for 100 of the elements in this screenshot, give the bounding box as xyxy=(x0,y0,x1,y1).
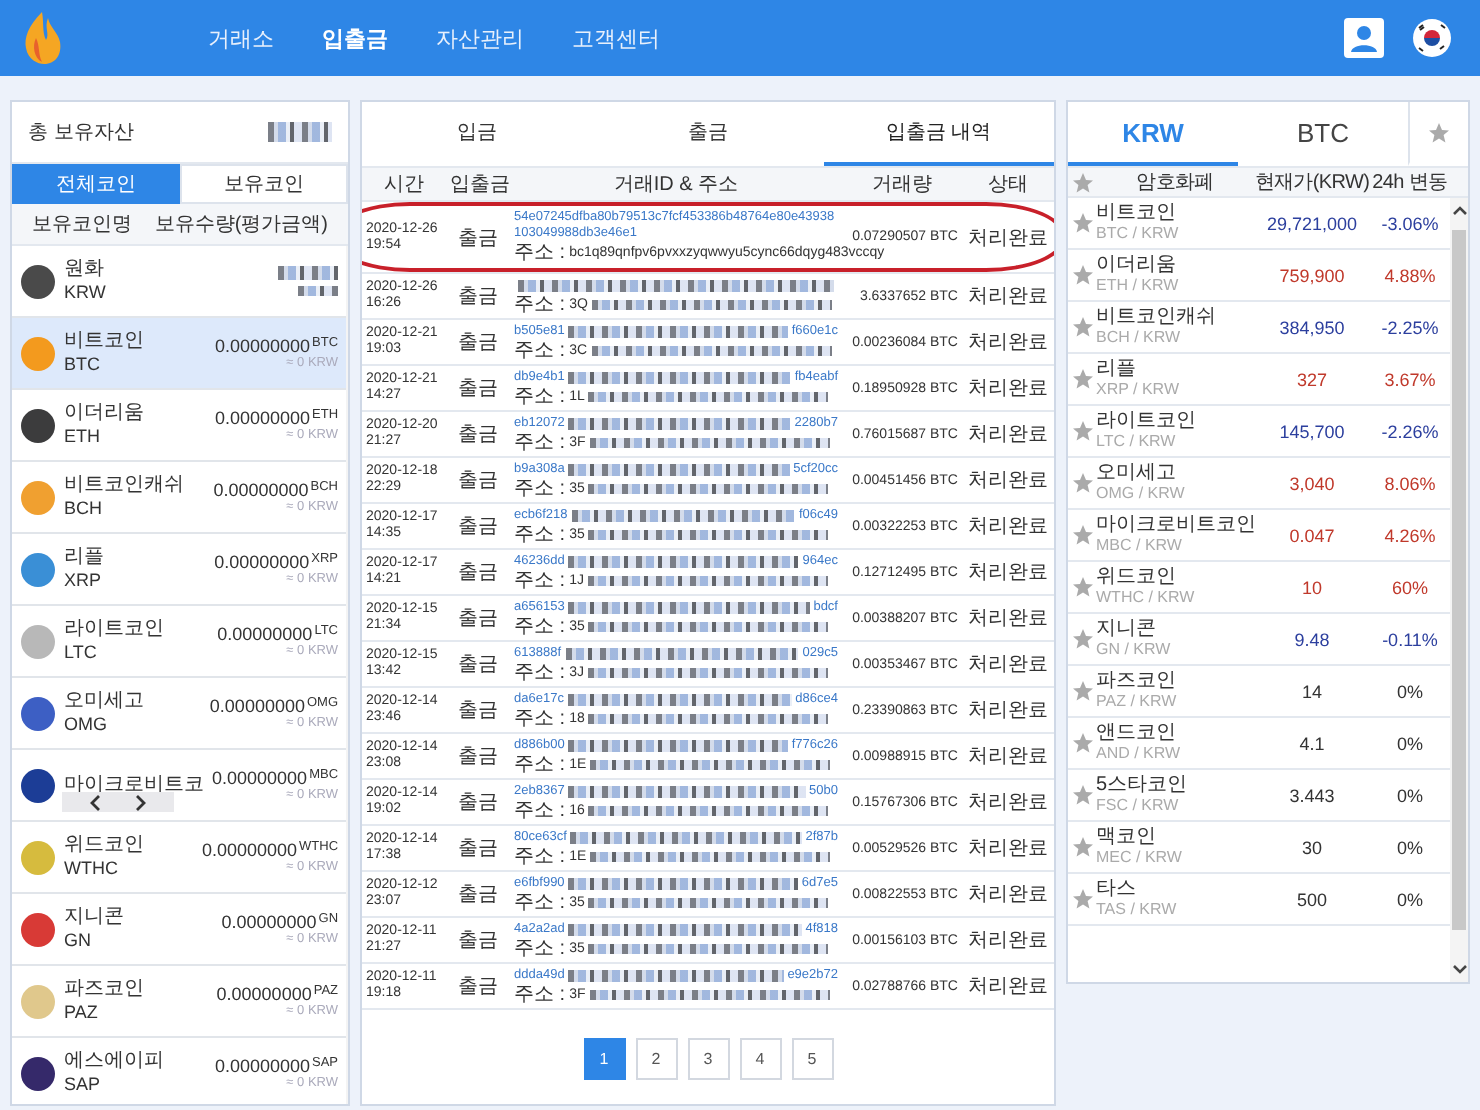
total-assets-label: 총 보유자산 xyxy=(28,120,134,146)
coin-symbol: WTHC xyxy=(64,858,120,880)
star-icon[interactable] xyxy=(1071,472,1093,494)
scrollbar-thumb[interactable] xyxy=(1452,230,1466,930)
page-button[interactable]: 1 xyxy=(583,1038,625,1080)
change-text: -2.25% xyxy=(1379,317,1441,337)
coin-name: 위드코인 xyxy=(1096,566,1178,588)
coin-amount: 0.00000000 xyxy=(212,768,308,788)
address-label: 주소 : xyxy=(514,799,566,821)
address-label: 주소 : xyxy=(514,242,566,264)
tab[interactable]: 전체코인 xyxy=(12,164,180,204)
coin-name: 지니콘 xyxy=(1096,618,1158,640)
pair-text: XRP / KRW xyxy=(1096,380,1181,400)
coin-amount: 0.00000000 xyxy=(216,984,312,1004)
change-text: 0% xyxy=(1394,785,1425,805)
type-text: 출금 xyxy=(456,514,500,540)
column-header: 현재가(KRW) xyxy=(1254,170,1370,196)
star-icon[interactable] xyxy=(1071,576,1093,598)
star-icon[interactable] xyxy=(1071,264,1093,286)
status-text: 처리완료 xyxy=(966,882,1050,908)
price-text: 4.1 xyxy=(1297,733,1327,753)
tab[interactable]: 보유코인 xyxy=(180,164,348,204)
pair-text: BCH / KRW xyxy=(1096,328,1183,348)
address-label: 주소 : xyxy=(514,937,566,959)
price-text: 500 xyxy=(1294,889,1330,909)
coin-name: 맥코인 xyxy=(1096,826,1158,848)
coin-name: 비트코인 xyxy=(1096,202,1178,224)
price-text: 14 xyxy=(1299,681,1324,701)
column-header: 시간 xyxy=(382,172,426,198)
star-icon[interactable] xyxy=(1071,680,1093,702)
type-text: 출금 xyxy=(456,330,500,356)
pair-text: GN / KRW xyxy=(1096,640,1173,660)
coin-symbol: BCH xyxy=(64,498,105,520)
star-icon[interactable] xyxy=(1071,316,1093,338)
type-text: 출금 xyxy=(456,698,500,724)
price-text: 327 xyxy=(1294,369,1330,389)
pair-text: LTC / KRW xyxy=(1096,432,1178,452)
star-icon[interactable] xyxy=(1071,171,1093,193)
price-text: 759,900 xyxy=(1277,265,1347,285)
star-icon[interactable] xyxy=(1071,888,1093,910)
coin-name: 이더리움 xyxy=(64,402,146,426)
scroll-up-icon[interactable] xyxy=(1451,204,1467,216)
coin-symbol: XRP xyxy=(64,570,104,592)
coin-symbol: LTC xyxy=(64,642,99,664)
change-text: 0% xyxy=(1394,837,1425,857)
nav-link[interactable]: 입출금 xyxy=(322,23,388,53)
price-text: 10 xyxy=(1299,577,1324,597)
address-label: 주소 : xyxy=(514,293,566,315)
type-text: 출금 xyxy=(456,928,500,954)
status-text: 처리완료 xyxy=(966,330,1050,356)
address-label: 주소 : xyxy=(514,431,566,453)
coin-name: 원화 xyxy=(64,258,106,282)
coin-name: 에스에이피 xyxy=(64,1050,166,1074)
address-label: 주소 : xyxy=(514,477,566,499)
page-button[interactable]: 2 xyxy=(635,1038,677,1080)
coin-name: 마이크로비트코인 xyxy=(1096,514,1254,536)
star-icon[interactable] xyxy=(1071,836,1093,858)
star-icon[interactable] xyxy=(1071,420,1093,442)
scroll-down-icon[interactable] xyxy=(1451,964,1467,976)
coin-name: 오미세고 xyxy=(64,690,146,714)
page-button[interactable]: 3 xyxy=(687,1038,729,1080)
type-text: 출금 xyxy=(456,284,500,310)
status-text: 처리완료 xyxy=(966,606,1050,632)
flag-icon[interactable] xyxy=(1412,18,1452,58)
type-text: 출금 xyxy=(456,606,500,632)
star-icon xyxy=(1428,121,1450,143)
column-header: 거래량 xyxy=(870,172,934,198)
change-text: 60% xyxy=(1389,577,1430,597)
price-text: 145,700 xyxy=(1277,421,1347,441)
chevron-right-icon[interactable] xyxy=(134,793,148,811)
page-button[interactable]: 4 xyxy=(739,1038,781,1080)
user-icon[interactable] xyxy=(1344,18,1384,58)
coin-name: 리플 xyxy=(64,546,106,570)
pair-text: BTC / KRW xyxy=(1096,224,1181,244)
address-label: 주소 : xyxy=(514,615,566,637)
star-icon[interactable] xyxy=(1071,368,1093,390)
coin-name: 비트코인캐쉬 xyxy=(1096,306,1218,328)
star-icon[interactable] xyxy=(1071,732,1093,754)
coin-amount: 0.00000000 xyxy=(209,696,305,716)
type-text: 출금 xyxy=(456,790,500,816)
status-text: 처리완료 xyxy=(966,560,1050,586)
coin-name: 비트코인 xyxy=(64,330,146,354)
star-icon[interactable] xyxy=(1071,212,1093,234)
column-header: 보유수량(평가금액) xyxy=(154,212,328,238)
status-text: 처리완료 xyxy=(966,284,1050,310)
coin-amount: 0.00000000 xyxy=(214,336,311,356)
flame-logo-icon[interactable] xyxy=(20,10,64,66)
chevron-left-icon[interactable] xyxy=(88,793,102,811)
star-icon[interactable] xyxy=(1071,784,1093,806)
address-label: 주소 : xyxy=(514,707,566,729)
star-icon[interactable] xyxy=(1071,524,1093,546)
coin-name: 비트코인캐쉬 xyxy=(64,474,186,498)
coin-amount: 0.00000000 xyxy=(221,912,317,932)
coin-name: 라이트코인 xyxy=(1096,410,1198,432)
star-icon[interactable] xyxy=(1071,628,1093,650)
column-header: 암호화폐 xyxy=(1134,170,1216,196)
type-text: 출금 xyxy=(456,468,500,494)
page-button[interactable]: 5 xyxy=(791,1038,833,1080)
pair-text: OMG / KRW xyxy=(1096,484,1187,504)
type-text: 출금 xyxy=(456,652,500,678)
